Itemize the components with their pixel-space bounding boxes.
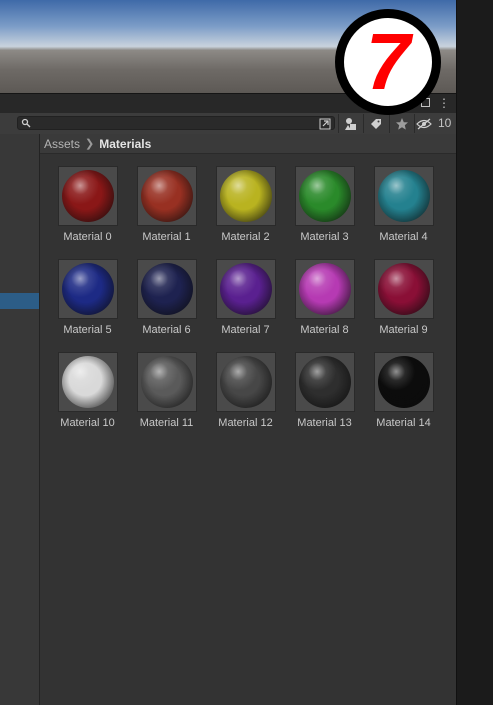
material-sphere-preview [378,170,430,222]
material-label: Material 10 [60,417,115,429]
material-thumbnail [295,352,355,412]
material-asset[interactable]: Material 5 [48,257,127,343]
material-label: Material 3 [300,231,349,243]
material-thumbnail [58,259,118,319]
more-options-icon[interactable]: ⋮ [438,97,450,110]
material-asset[interactable]: Material 1 [127,164,206,250]
material-thumbnail [374,352,434,412]
hidden-packages-count: 10 [438,116,452,130]
material-asset[interactable]: Material 4 [364,164,443,250]
material-sphere-preview [299,170,351,222]
material-asset[interactable]: Material 10 [48,350,127,436]
material-sphere-preview [62,170,114,222]
material-asset[interactable]: Material 12 [206,350,285,436]
search-input[interactable] [33,117,313,129]
material-label: Material 4 [379,231,428,243]
material-label: Material 7 [221,324,270,336]
chevron-right-icon: ❯ [85,138,95,150]
material-asset[interactable]: Material 0 [48,164,127,250]
material-sphere-preview [299,356,351,408]
material-asset[interactable]: Material 13 [285,350,364,436]
material-sphere-preview [299,263,351,315]
material-sphere-preview [220,356,272,408]
material-sphere-preview [141,263,193,315]
material-thumbnail [295,166,355,226]
material-label: Material 5 [63,324,112,336]
material-label: Material 2 [221,231,270,243]
material-asset[interactable]: Material 3 [285,164,364,250]
material-label: Material 1 [142,231,191,243]
material-label: Material 8 [300,324,349,336]
material-sphere-preview [220,170,272,222]
material-thumbnail [137,259,197,319]
label-tag-icon [371,118,381,129]
type-filter-icon [345,117,356,130]
material-thumbnail [295,259,355,319]
material-thumbnail [216,352,276,412]
search-by-type-button[interactable] [338,114,363,133]
breadcrumb-materials[interactable]: Materials [99,137,151,151]
material-asset[interactable]: Material 11 [127,350,206,436]
material-thumbnail [58,352,118,412]
material-sphere-preview [378,356,430,408]
step-number-badge: 7 [335,9,441,115]
material-label: Material 11 [139,417,194,429]
badge-number: 7 [365,17,411,106]
material-asset[interactable]: Material 14 [364,350,443,436]
star-icon [396,117,408,130]
material-thumbnail [374,166,434,226]
favorites-button[interactable] [389,114,414,133]
material-label: Material 14 [376,417,431,429]
external-search-icon [319,118,331,129]
hidden-packages-button[interactable] [414,114,433,133]
material-thumbnail [58,166,118,226]
search-icon [21,118,31,128]
material-asset[interactable]: Material 2 [206,164,285,250]
material-sphere-preview [141,356,193,408]
folder-tree-panel[interactable] [0,134,40,705]
right-side-panel [456,0,493,705]
material-sphere-preview [62,356,114,408]
material-label: Material 13 [297,417,352,429]
badge-inner-circle: 7 [344,18,432,106]
eye-slash-icon [416,118,432,129]
material-thumbnail [137,166,197,226]
material-thumbnail [374,259,434,319]
material-sphere-preview [378,263,430,315]
material-thumbnail [137,352,197,412]
material-label: Material 9 [379,324,428,336]
breadcrumb-assets[interactable]: Assets [44,137,80,151]
material-asset[interactable]: Material 8 [285,257,364,343]
material-thumbnail [216,259,276,319]
selected-folder-row[interactable] [0,293,39,309]
material-asset[interactable]: Material 6 [127,257,206,343]
material-label: Material 6 [142,324,191,336]
material-sphere-preview [62,263,114,315]
material-sphere-preview [141,170,193,222]
material-sphere-preview [220,263,272,315]
material-asset[interactable]: Material 7 [206,257,285,343]
search-by-label-button[interactable] [363,114,388,133]
open-search-window-button[interactable] [314,114,336,133]
material-label: Material 0 [63,231,112,243]
material-asset[interactable]: Material 9 [364,257,443,343]
breadcrumb: Assets ❯ Materials [40,134,456,154]
material-thumbnail [216,166,276,226]
material-label: Material 12 [218,417,273,429]
